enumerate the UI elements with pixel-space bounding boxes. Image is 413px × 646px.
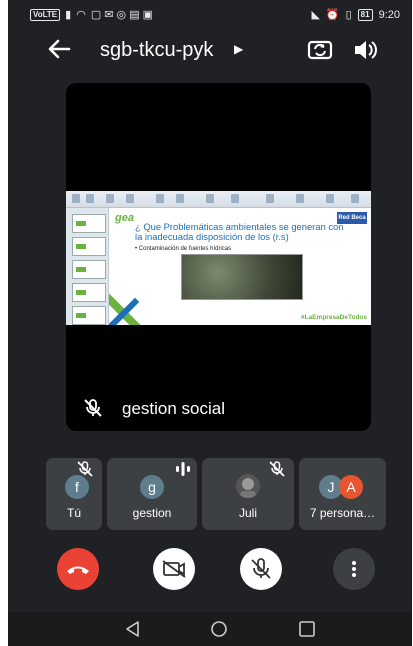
nav-recents-icon[interactable] — [298, 620, 316, 638]
slide-logo: gea — [115, 212, 134, 224]
presentation-toolbar — [66, 191, 371, 208]
participant-label: Tú — [66, 506, 81, 520]
meeting-code[interactable]: sgb-tkcu-pyk — [100, 39, 213, 62]
status-right: ◣ ⏰ ▯ 81 9:20 — [311, 8, 400, 21]
status-left: VoLTE ▮ ◠ ▢ ✉ ◎ ▤ ▣ — [30, 8, 153, 21]
participant-tile-juli[interactable]: Juli — [202, 458, 294, 530]
presenter-name: gestion social — [122, 399, 226, 418]
participant-label: 7 persona… — [309, 506, 376, 520]
slide-photo — [181, 254, 303, 300]
clock: 9:20 — [378, 8, 400, 21]
slide-question: ¿ Que Problemáticas ambientales se gener… — [135, 221, 344, 242]
slide-bullet-text: Contaminación de fuentes hídricas — [138, 246, 232, 252]
participant-tile-self[interactable]: f Tú — [46, 458, 102, 530]
mic-off-icon — [268, 460, 286, 478]
current-slide: gea Red Beca ¿ Que Problemáticas ambient… — [109, 208, 371, 325]
wifi-icon: ◠ — [76, 9, 86, 21]
shared-screen: gea Red Beca ¿ Que Problemáticas ambient… — [66, 191, 371, 325]
meeting-details-caret-icon[interactable]: ▶ — [234, 42, 243, 56]
more-options-button[interactable] — [333, 548, 375, 590]
slide-thumbnails — [66, 208, 109, 325]
speaking-indicator-icon — [173, 460, 193, 478]
meeting-header: sgb-tkcu-pyk ▶ — [8, 30, 412, 70]
slide-thumbnail — [72, 237, 106, 256]
microphone-off-button[interactable] — [240, 548, 282, 590]
signal-icon: ▮ — [65, 9, 72, 21]
vibrate-icon: ▯ — [345, 9, 352, 21]
notification-icons: ▢ ✉ ◎ ▤ ▣ — [90, 9, 154, 21]
switch-camera-icon[interactable] — [304, 34, 336, 66]
alarm-icon: ⏰ — [325, 9, 340, 21]
status-bar: VoLTE ▮ ◠ ▢ ✉ ◎ ▤ ▣ ◣ ⏰ ▯ 81 9:20 — [8, 0, 412, 30]
slide-hashtag: #LaEmpresaDeTodos — [301, 314, 367, 321]
main-video-tile[interactable]: gea Red Beca ¿ Que Problemáticas ambient… — [66, 83, 371, 431]
slide-thumbnail — [72, 214, 106, 233]
speaker-icon[interactable] — [348, 34, 380, 66]
participant-label: gestion — [132, 506, 172, 520]
nav-back-icon[interactable] — [124, 620, 142, 638]
slide-thumbnail — [72, 283, 106, 302]
android-nav-bar — [8, 612, 412, 646]
slide-thumbnail — [72, 260, 106, 279]
avatar: g — [140, 475, 164, 499]
phone-screen: VoLTE ▮ ◠ ▢ ✉ ◎ ▤ ▣ ◣ ⏰ ▯ 81 9:20 sgb-tk… — [8, 0, 412, 646]
nav-home-icon[interactable] — [210, 620, 228, 638]
avatar: A — [339, 475, 363, 499]
slide-bullet: • Contaminación de fuentes hídricas — [135, 246, 232, 252]
participant-label: Juli — [238, 506, 257, 520]
battery-level: 81 — [357, 8, 373, 21]
avatar: f — [65, 475, 89, 499]
participant-tile-others[interactable]: J A 7 persona… — [299, 458, 386, 530]
mic-off-icon — [82, 397, 104, 419]
mute-status-icon: ◣ — [311, 9, 320, 21]
end-call-button[interactable] — [57, 548, 99, 590]
slide-thumbnail — [72, 306, 106, 325]
back-arrow-icon[interactable] — [44, 34, 74, 64]
call-controls — [8, 548, 412, 594]
camera-off-button[interactable] — [153, 548, 195, 590]
volte-badge: VoLTE — [30, 8, 61, 21]
participant-tile-gestion[interactable]: g gestion — [107, 458, 197, 530]
avatar-photo — [236, 474, 260, 498]
